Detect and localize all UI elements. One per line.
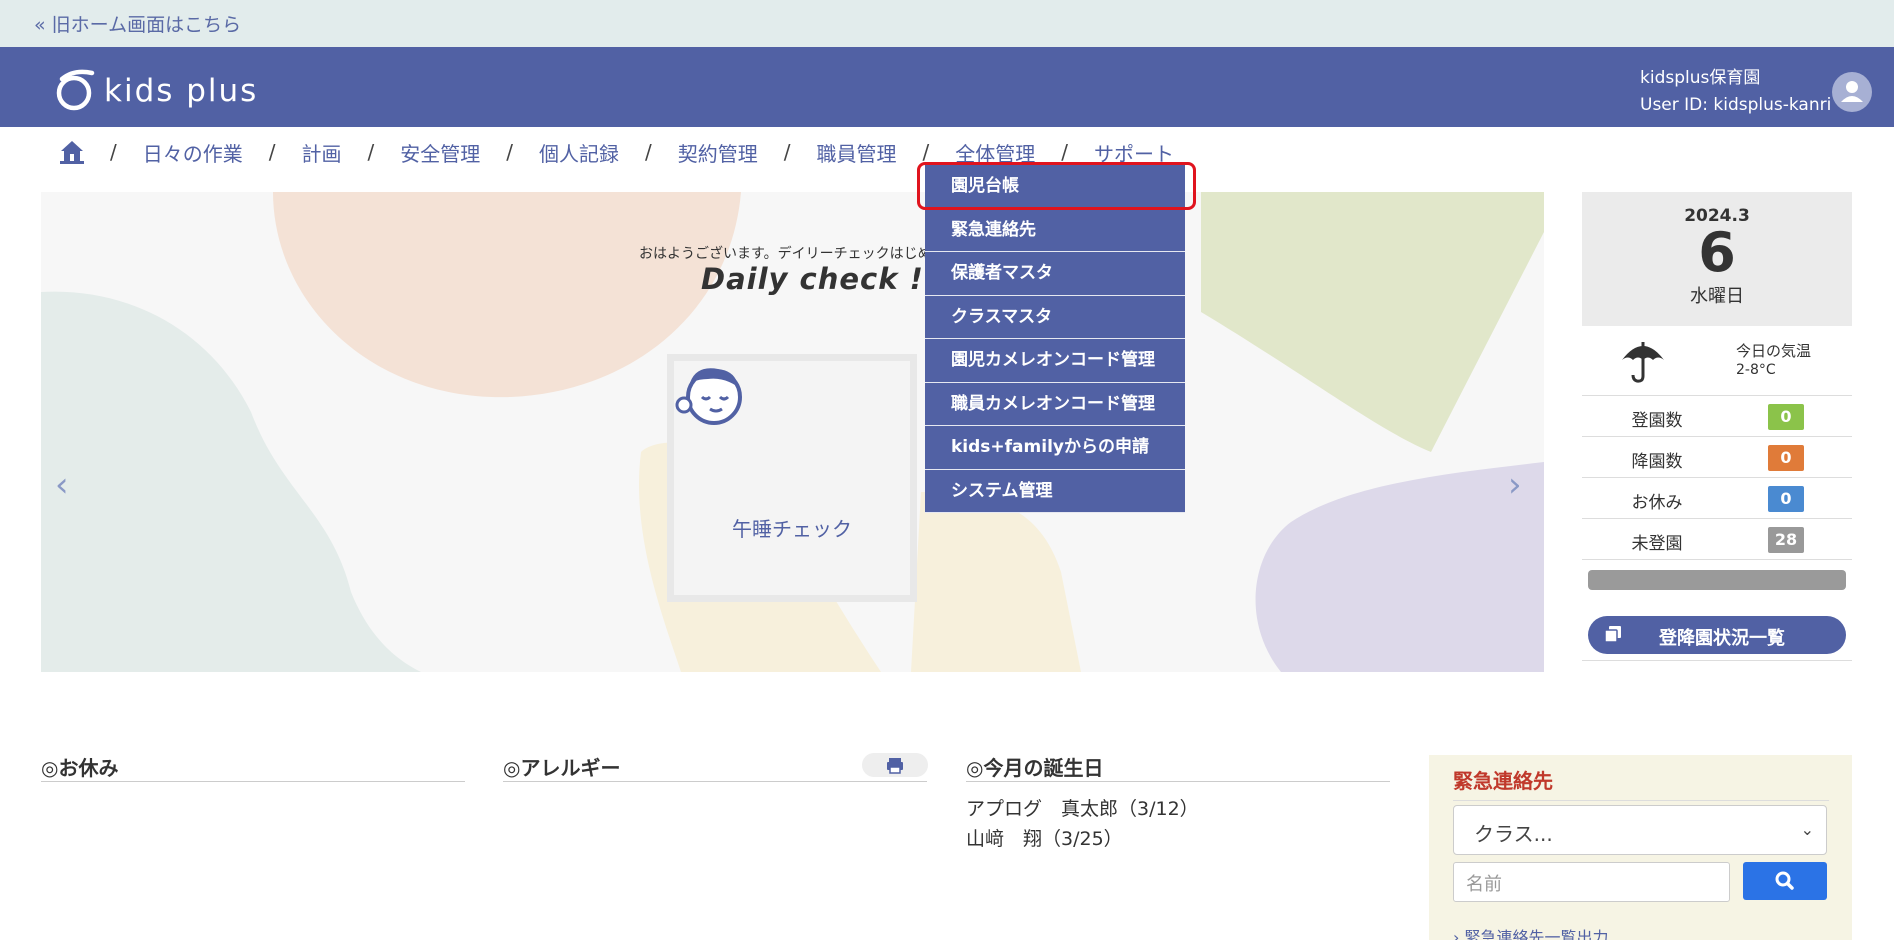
- avatar[interactable]: [1832, 72, 1872, 112]
- nav-separator: /: [367, 140, 375, 164]
- menu-item-class-master[interactable]: クラスマスタ: [925, 296, 1185, 339]
- stat-badge[interactable]: 28: [1768, 527, 1804, 553]
- stat-row-arrived: 登園数 0: [1582, 396, 1852, 437]
- emergency-export-label: 緊急連絡先一覧出力: [1464, 928, 1609, 940]
- birthday-item: アプログ 真太郎（3/12）: [966, 798, 1199, 820]
- stat-badge[interactable]: 0: [1768, 404, 1804, 430]
- nav-separator: /: [645, 140, 652, 164]
- stat-label: 未登園: [1631, 534, 1683, 554]
- print-button[interactable]: [862, 753, 928, 777]
- class-select-value: クラス...: [1474, 822, 1553, 846]
- emergency-export-link[interactable]: › 緊急連絡先一覧出力: [1453, 924, 1609, 940]
- nav-separator: /: [268, 140, 276, 164]
- umbrella-icon: [1622, 342, 1664, 383]
- logo[interactable]: kids plus: [52, 67, 272, 111]
- sleeping-face-icon: [675, 368, 742, 425]
- nav-separator: /: [922, 140, 930, 164]
- emergency-title: 緊急連絡先: [1453, 765, 1829, 801]
- menu-item-child-chameleon-code[interactable]: 園児カメレオンコード管理: [925, 339, 1185, 383]
- user-icon: [1841, 81, 1863, 102]
- temp-label: 今日の気温: [1736, 342, 1812, 360]
- menu-item-guardian-master[interactable]: 保護者マスタ: [925, 252, 1185, 296]
- name-input[interactable]: 名前: [1453, 862, 1730, 902]
- nap-check-label: 午睡チェック: [732, 517, 852, 541]
- nav-separator: /: [506, 140, 513, 164]
- nav-staff[interactable]: 職員管理: [817, 138, 897, 167]
- menu-item-staff-chameleon-code[interactable]: 職員カメレオンコード管理: [925, 383, 1185, 426]
- menu-item-family-requests[interactable]: kids+familyからの申請: [925, 426, 1185, 470]
- menu-item-emergency-contacts[interactable]: 緊急連絡先: [925, 209, 1185, 252]
- home-icon[interactable]: [60, 140, 84, 164]
- daily-check-title: Daily check !: [701, 262, 924, 296]
- birthday-heading: ◎今月の誕生日: [966, 752, 1390, 782]
- attendance-progress-bar: [1588, 570, 1846, 590]
- weather-row: 今日の気温 2-8°C: [1582, 326, 1852, 396]
- nav-daily-work[interactable]: 日々の作業: [143, 138, 243, 167]
- absence-heading: ◎お休み: [41, 752, 465, 782]
- header: kids plus kidsplus保育園 User ID: kidsplus-…: [0, 47, 1894, 127]
- side-panel: 2024.3 6 水曜日 今日の気温 2-8°C 登園数 0 降園数 0 お休み…: [1582, 192, 1852, 661]
- stat-badge[interactable]: 0: [1768, 445, 1804, 471]
- search-button[interactable]: [1743, 862, 1827, 900]
- nav-safety[interactable]: 安全管理: [400, 138, 480, 167]
- carousel-next-icon[interactable]: ›: [1508, 465, 1522, 505]
- topbar: « 旧ホーム画面はこちら: [0, 0, 1894, 47]
- emergency-contact-panel: 緊急連絡先 クラス... ⌄ 名前 › 緊急連絡先一覧出力: [1429, 755, 1852, 940]
- nav-separator: /: [110, 140, 117, 164]
- nav-separator: /: [783, 140, 791, 164]
- nap-check-card[interactable]: 午睡チェック: [667, 354, 917, 602]
- carousel-prev-icon[interactable]: ‹: [55, 465, 69, 505]
- nav-personal-records[interactable]: 個人記録: [539, 138, 619, 167]
- stat-badge[interactable]: 0: [1768, 486, 1804, 512]
- printer-icon: [887, 758, 903, 774]
- birthday-item: 山﨑 翔（3/25）: [966, 828, 1123, 850]
- logo-icon: [56, 69, 95, 111]
- date-box: 2024.3 6 水曜日: [1582, 192, 1852, 326]
- user-id: User ID: kidsplus-kanri: [1640, 95, 1832, 115]
- stat-label: 降園数: [1631, 452, 1683, 472]
- menu-item-system-admin[interactable]: システム管理: [925, 470, 1185, 513]
- stat-label: お休み: [1631, 493, 1683, 513]
- nav-separator: /: [1061, 140, 1068, 164]
- stat-label: 登園数: [1631, 411, 1683, 431]
- stat-row-not-arrived: 未登園 28: [1582, 519, 1852, 560]
- logo-text: kids plus: [104, 73, 259, 109]
- old-home-link[interactable]: « 旧ホーム画面はこちら: [34, 10, 241, 37]
- attendance-list-label: 登降園状況一覧: [1659, 628, 1785, 649]
- user-info: kidsplus保育園 User ID: kidsplus-kanri: [1640, 65, 1831, 119]
- greeting-text: おはようございます。デイリーチェックはじめま: [639, 246, 946, 262]
- overall-management-dropdown: 園児台帳 緊急連絡先 保護者マスタ クラスマスタ 園児カメレオンコード管理 職員…: [925, 165, 1185, 513]
- class-select[interactable]: クラス... ⌄: [1453, 805, 1827, 855]
- hero-carousel: おはようございます。デイリーチェックはじめま Daily check ! 午睡チ…: [41, 192, 1544, 672]
- day-number: 6: [1698, 221, 1736, 284]
- stat-row-absent: お休み 0: [1582, 478, 1852, 519]
- divider: [1582, 660, 1852, 661]
- stat-row-departed: 降園数 0: [1582, 437, 1852, 478]
- weekday: 水曜日: [1690, 286, 1744, 307]
- temp-value: 2-8°C: [1736, 362, 1776, 378]
- highlight-box: [917, 162, 1196, 210]
- search-icon: [1775, 871, 1794, 890]
- attendance-list-button[interactable]: 登降園状況一覧: [1588, 616, 1846, 654]
- chevron-down-icon: ⌄: [1800, 820, 1814, 839]
- nav-contracts[interactable]: 契約管理: [678, 138, 758, 167]
- facility-name: kidsplus保育園: [1640, 68, 1761, 88]
- nav-plan[interactable]: 計画: [302, 138, 342, 167]
